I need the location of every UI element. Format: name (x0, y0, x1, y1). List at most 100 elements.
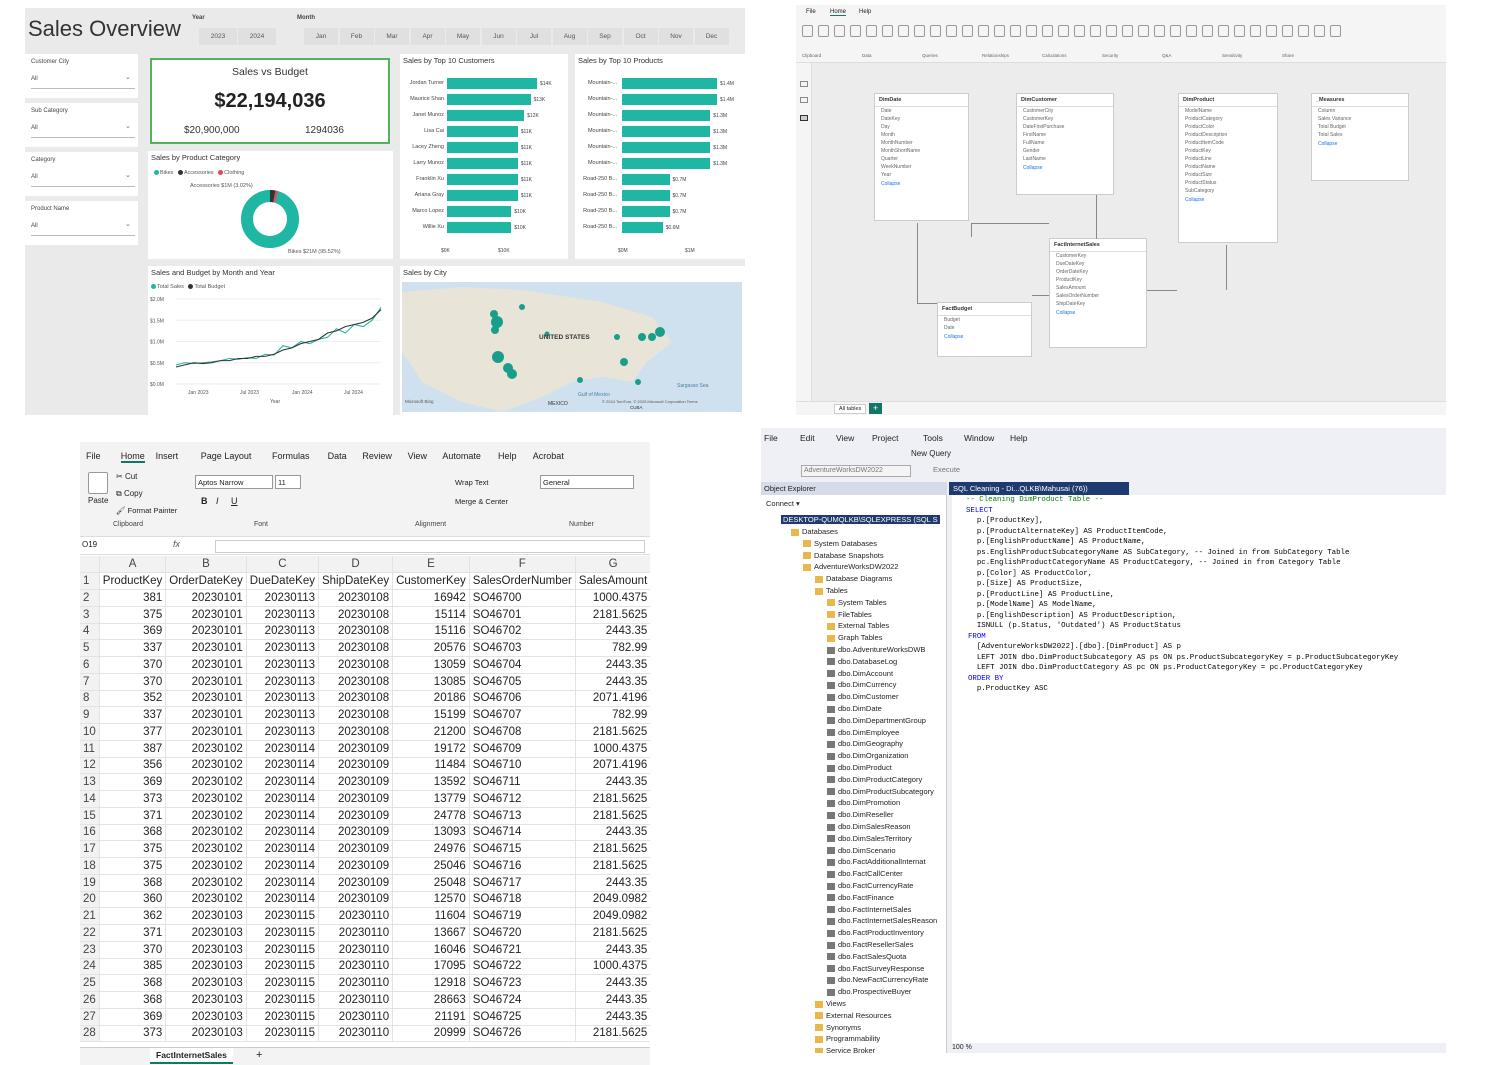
cell[interactable]: SO46726 (469, 1025, 576, 1043)
query-tab[interactable]: SQL Cleaning - Di...QLKB\Mahusai (76)) (949, 482, 1129, 495)
oe-node[interactable]: dbo.DimDate (827, 704, 882, 713)
cell[interactable]: 20230114 (246, 840, 319, 858)
cell[interactable]: 20230110 (318, 974, 394, 992)
month-mar-button[interactable]: Mar (375, 28, 409, 45)
table-field[interactable]: Gender (1017, 147, 1113, 155)
cell[interactable]: 20230115 (246, 1025, 319, 1043)
cell[interactable]: 17095 (392, 958, 470, 976)
cell[interactable]: 2181.5625 (575, 807, 650, 825)
column-header[interactable]: B (165, 556, 247, 574)
cell[interactable]: 352 (99, 690, 167, 708)
bold-button[interactable]: B (201, 496, 208, 506)
cell[interactable]: 20230101 (165, 673, 247, 691)
oe-node[interactable]: dbo.FactSurveyResponse (827, 964, 924, 973)
table-field[interactable]: ProductName (1179, 163, 1277, 171)
add-layout-button[interactable]: + (869, 403, 882, 414)
oe-node[interactable]: dbo.DimDepartmentGroup (827, 716, 926, 725)
cell[interactable]: 373 (99, 1025, 167, 1043)
oe-node[interactable]: dbo.DimReseller (827, 810, 893, 819)
row-header[interactable]: 20 (80, 891, 100, 909)
cell[interactable]: 20230109 (318, 891, 394, 909)
table-field[interactable]: ProductStatus (1179, 179, 1277, 187)
cell[interactable]: 21200 (392, 723, 470, 741)
table-field[interactable]: ProductCategory (1179, 115, 1277, 123)
row-header[interactable]: 13 (80, 773, 100, 791)
customers-bar[interactable] (447, 94, 531, 105)
cell[interactable]: 337 (99, 639, 167, 657)
table-field[interactable]: MonthShortName (875, 147, 968, 155)
oe-node[interactable]: Programmability (815, 1034, 880, 1043)
cell[interactable]: 20230114 (246, 824, 319, 842)
cell[interactable]: 20230110 (318, 991, 394, 1009)
row-header[interactable]: 3 (80, 606, 100, 624)
cell[interactable]: 371 (99, 924, 167, 942)
cell[interactable]: 369 (99, 773, 167, 791)
city-marker[interactable] (614, 334, 620, 340)
cell[interactable]: 2443.35 (575, 824, 650, 842)
menu-edit[interactable]: Edit (800, 433, 815, 443)
cell[interactable]: 2443.35 (575, 623, 650, 641)
oe-node[interactable]: Views (815, 999, 846, 1008)
cell[interactable]: 20230102 (165, 790, 247, 808)
month-aug-button[interactable]: Aug (552, 28, 587, 45)
cell[interactable]: 369 (99, 1008, 167, 1026)
cell[interactable]: SO46711 (469, 773, 576, 791)
model-table-dimcustomer[interactable]: DimCustomer CustomerCity CustomerKey DateFi… (1016, 93, 1114, 195)
table-field[interactable]: DueDateKey (1050, 260, 1146, 268)
cell[interactable]: 375 (99, 840, 167, 858)
cell[interactable]: 20230113 (246, 639, 319, 657)
header-cell[interactable]: ShipDateKey (318, 572, 394, 590)
oe-node[interactable]: dbo.DimOrganization (827, 751, 908, 760)
model-table-dimproduct[interactable]: DimProduct ModelName ProductCategory Produc… (1178, 93, 1278, 243)
month-sep-button[interactable]: Sep (588, 28, 622, 45)
cell[interactable]: SO46721 (469, 941, 576, 959)
city-marker[interactable] (648, 333, 656, 341)
cell[interactable]: 20230101 (165, 706, 247, 724)
row-header[interactable]: 27 (80, 1008, 100, 1026)
cell[interactable]: 20230102 (165, 807, 247, 825)
table-field[interactable]: ShipDateKey (1050, 300, 1146, 308)
menu-view[interactable]: View (836, 433, 854, 443)
filter-value[interactable]: All (31, 174, 38, 180)
cell[interactable]: 13779 (392, 790, 470, 808)
oe-node[interactable]: Database Snapshots (803, 551, 884, 560)
oe-node[interactable]: dbo.AdventureWorksDWB (827, 645, 925, 654)
cell[interactable]: 20230115 (246, 907, 319, 925)
cell[interactable]: 20230102 (165, 857, 247, 875)
italic-button[interactable]: I (216, 496, 219, 506)
cell[interactable]: 20230102 (165, 740, 247, 758)
row-header[interactable]: 28 (80, 1025, 100, 1043)
customers-bar[interactable] (447, 206, 512, 217)
cell[interactable]: 20230101 (165, 589, 247, 607)
column-header[interactable]: G (575, 556, 650, 574)
header-cell[interactable]: ProductKey (99, 572, 167, 590)
model-table-dimdate[interactable]: DimDate Date DateKey Day Month MonthNumber Mon… (874, 93, 969, 221)
relationship-line[interactable] (917, 223, 918, 303)
table-field[interactable]: ProductItemCode (1179, 139, 1277, 147)
zoom-level[interactable]: 100 % (952, 1044, 972, 1051)
cell[interactable]: 20230114 (246, 891, 319, 909)
row-header[interactable]: 6 (80, 656, 100, 674)
city-marker[interactable] (491, 316, 503, 328)
table-field[interactable]: Total Budget (1312, 123, 1408, 131)
oe-node[interactable]: dbo.FactAdditionalInternat (827, 857, 926, 866)
row-header[interactable]: 22 (80, 924, 100, 942)
row-header[interactable]: 4 (80, 623, 100, 641)
cell[interactable]: 20230110 (318, 941, 394, 959)
cell[interactable]: 20230114 (246, 773, 319, 791)
column-header[interactable]: E (392, 556, 470, 574)
cell[interactable]: 20230115 (246, 1008, 319, 1026)
oe-node[interactable]: Graph Tables (827, 633, 882, 642)
oe-node[interactable]: dbo.DimPromotion (827, 798, 900, 807)
cell[interactable]: 20230115 (246, 991, 319, 1009)
menu-view[interactable]: View (408, 451, 427, 461)
sales-line[interactable] (175, 307, 382, 366)
cell[interactable]: 12570 (392, 891, 470, 909)
paste-icon[interactable] (88, 472, 108, 494)
oe-node[interactable]: dbo.DimProductCategory (827, 775, 922, 784)
filter-value[interactable]: All (31, 223, 38, 229)
table-field[interactable]: FirstName (1017, 131, 1113, 139)
cell[interactable]: 20230102 (165, 773, 247, 791)
cell[interactable]: 20230114 (246, 757, 319, 775)
oe-node[interactable]: AdventureWorksDW2022 (803, 562, 898, 571)
